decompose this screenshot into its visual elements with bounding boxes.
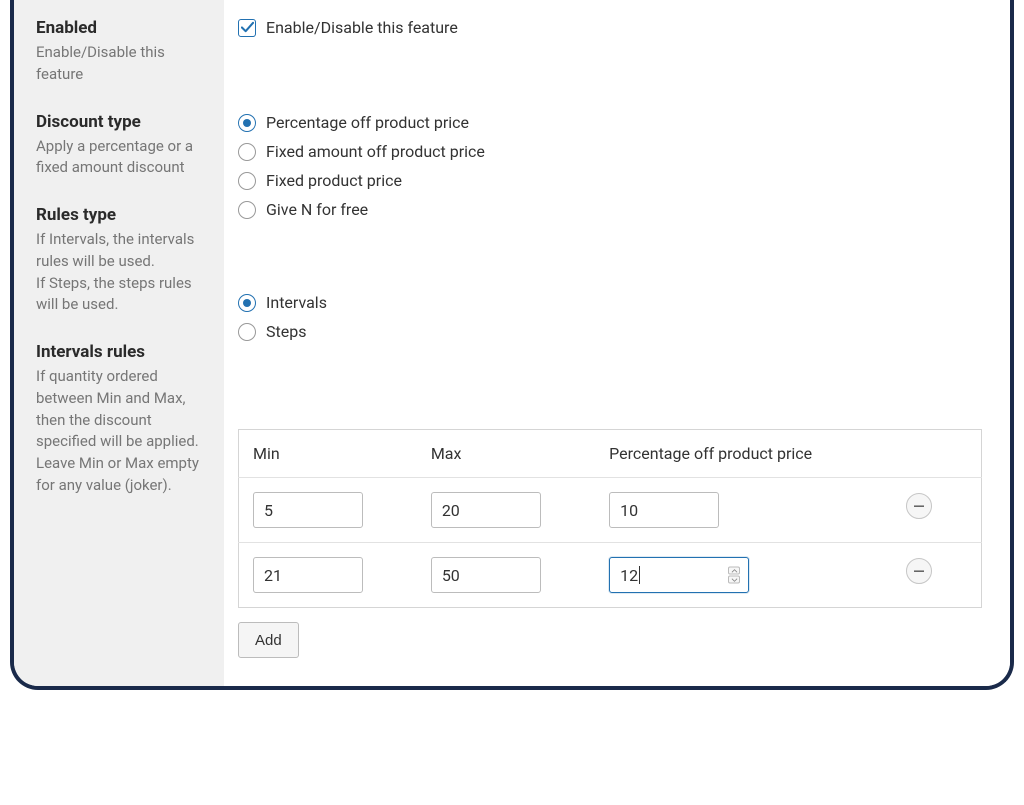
text-caret (639, 566, 640, 584)
radio-label: Percentage off product price (266, 113, 469, 132)
th-actions (892, 430, 981, 478)
radio-percentage-off[interactable] (238, 114, 256, 132)
radio-label: Give N for free (266, 200, 368, 219)
radio-fixed-product-price[interactable] (238, 172, 256, 190)
th-max: Max (417, 430, 595, 478)
discount-type-option-percentage[interactable]: Percentage off product price (238, 113, 982, 132)
table-header-row: Min Max Percentage off product price (239, 430, 982, 478)
discount-type-option-give-n-free[interactable]: Give N for free (238, 200, 982, 219)
settings-panel: Enabled Enable/Disable this feature Disc… (10, 0, 1014, 690)
section-intervals-rules-label: Intervals rules If quantity ordered betw… (36, 342, 206, 497)
left-column: Enabled Enable/Disable this feature Disc… (14, 0, 224, 686)
section-desc-enabled: Enable/Disable this feature (36, 42, 206, 86)
chevron-up-icon (731, 568, 738, 573)
remove-row-button[interactable] (906, 558, 932, 584)
min-input[interactable]: 5 (253, 492, 363, 528)
right-column: Enable/Disable this feature Percentage o… (224, 0, 1010, 686)
discount-type-option-fixed-amount[interactable]: Fixed amount off product price (238, 142, 982, 161)
stepper-up[interactable] (728, 567, 740, 575)
rules-type-option-intervals[interactable]: Intervals (238, 293, 982, 312)
stepper-down[interactable] (728, 576, 740, 584)
table-row: 5 20 10 (239, 478, 982, 543)
radio-give-n-free[interactable] (238, 201, 256, 219)
enabled-checkbox-label: Enable/Disable this feature (266, 18, 458, 37)
section-desc-discount-type: Apply a percentage or a fixed amount dis… (36, 136, 206, 180)
enabled-checkbox-row[interactable]: Enable/Disable this feature (238, 18, 982, 37)
th-min: Min (239, 430, 417, 478)
max-input[interactable]: 20 (431, 492, 541, 528)
radio-label: Intervals (266, 293, 327, 312)
radio-label: Fixed amount off product price (266, 142, 485, 161)
input-value: 5 (264, 501, 273, 520)
discount-type-field: Percentage off product price Fixed amoun… (238, 113, 982, 293)
th-value: Percentage off product price (595, 430, 892, 478)
value-input[interactable]: 12 (609, 557, 749, 593)
section-title-discount-type: Discount type (36, 112, 206, 132)
rules-type-option-steps[interactable]: Steps (238, 322, 982, 341)
input-value: 20 (442, 501, 460, 520)
intervals-rules-table: Min Max Percentage off product price 5 (238, 429, 982, 608)
intervals-rules-field: Min Max Percentage off product price 5 (238, 429, 982, 658)
input-value: 12 (620, 566, 638, 585)
minus-icon (913, 570, 925, 573)
min-input[interactable]: 21 (253, 557, 363, 593)
radio-label: Fixed product price (266, 171, 402, 190)
table-row: 21 50 12 (239, 543, 982, 608)
radio-steps[interactable] (238, 323, 256, 341)
max-input[interactable]: 50 (431, 557, 541, 593)
section-title-enabled: Enabled (36, 18, 206, 38)
section-desc-intervals-rules: If quantity ordered between Min and Max,… (36, 366, 206, 497)
input-value: 50 (442, 566, 460, 585)
section-discount-type-label: Discount type Apply a percentage or a fi… (36, 112, 206, 180)
value-input[interactable]: 10 (609, 492, 719, 528)
section-desc-rules-type: If Intervals, the intervals rules will b… (36, 229, 206, 316)
section-title-rules-type: Rules type (36, 205, 206, 225)
remove-row-button[interactable] (906, 493, 932, 519)
section-rules-type-label: Rules type If Intervals, the intervals r… (36, 205, 206, 316)
radio-label: Steps (266, 322, 306, 341)
section-enabled-label: Enabled Enable/Disable this feature (36, 18, 206, 86)
minus-icon (913, 505, 925, 508)
input-value: 10 (620, 501, 638, 520)
quantity-stepper[interactable] (728, 567, 742, 584)
radio-fixed-amount-off[interactable] (238, 143, 256, 161)
check-icon (241, 21, 254, 34)
enabled-field: Enable/Disable this feature (238, 18, 982, 113)
discount-type-option-fixed-price[interactable]: Fixed product price (238, 171, 982, 190)
add-row-button[interactable]: Add (238, 622, 299, 658)
enabled-checkbox[interactable] (238, 19, 256, 37)
input-value: 21 (264, 566, 282, 585)
radio-intervals[interactable] (238, 294, 256, 312)
chevron-down-icon (731, 577, 738, 582)
section-title-intervals-rules: Intervals rules (36, 342, 206, 362)
rules-type-field: Intervals Steps (238, 293, 982, 423)
